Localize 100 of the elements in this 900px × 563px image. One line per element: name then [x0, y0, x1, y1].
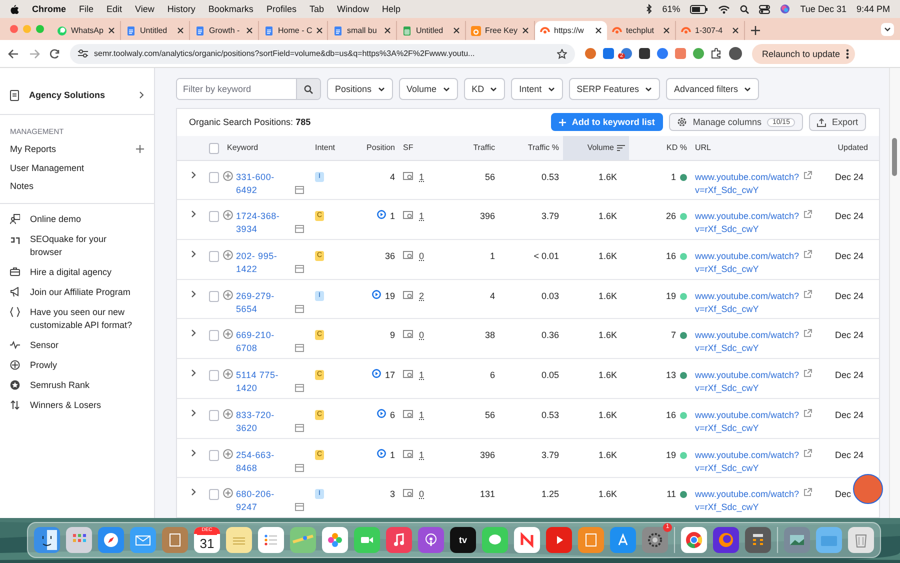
close-icon[interactable] [522, 27, 529, 34]
browser-tab[interactable]: https://w [535, 21, 607, 40]
sf-count[interactable]: 0 [419, 488, 424, 502]
close-window-button[interactable] [10, 25, 18, 33]
sf-count[interactable]: 1 [419, 408, 424, 422]
serp-features-icon[interactable] [403, 488, 414, 498]
expand-icon[interactable] [191, 210, 196, 218]
new-tab-icon[interactable] [751, 26, 760, 35]
control-center-icon[interactable] [759, 4, 770, 14]
close-icon[interactable] [316, 27, 324, 34]
filter-dropdown[interactable]: KD [464, 78, 506, 100]
sf-count[interactable]: 0 [419, 250, 424, 263]
serp-features-icon[interactable] [403, 290, 414, 300]
expand-icon[interactable] [191, 329, 196, 338]
sidebar-link[interactable]: Have you seen our new customizable API format? [0, 302, 154, 336]
close-icon[interactable] [384, 27, 391, 34]
expand-icon[interactable] [191, 250, 196, 258]
keyword-link[interactable]: 5114 775-1420 [236, 369, 292, 396]
select-all-checkbox[interactable] [209, 142, 219, 154]
row-checkbox[interactable] [209, 172, 219, 182]
back-icon[interactable] [8, 48, 19, 58]
add-circle-icon[interactable] [223, 290, 233, 300]
url-link[interactable]: www.youtube.com/watch?v=rXf_Sdc_cwY [695, 329, 800, 356]
sidebar-link[interactable]: Online demo [0, 210, 154, 230]
close-icon[interactable] [177, 27, 184, 34]
close-icon[interactable] [595, 27, 602, 34]
add-circle-icon[interactable] [223, 408, 233, 419]
keyword-link[interactable]: 833-720-3620 [236, 408, 292, 435]
add-circle-icon[interactable] [223, 170, 233, 180]
serp-features-icon[interactable] [403, 250, 414, 260]
filter-dropdown[interactable]: Advanced filters [666, 78, 760, 100]
external-link-icon[interactable] [804, 448, 812, 457]
column-header[interactable]: Traffic [441, 136, 499, 160]
filter-dropdown[interactable]: SERP Features [568, 78, 660, 100]
serp-features-icon[interactable] [403, 329, 414, 340]
serp-snapshot-icon[interactable] [295, 225, 304, 234]
menu-item[interactable]: Window [336, 4, 369, 14]
relaunch-button[interactable]: Relaunch to update [752, 44, 856, 64]
column-header[interactable]: Volume [563, 136, 629, 160]
bluetooth-icon[interactable] [646, 4, 652, 14]
keyword-link[interactable]: 680-206-9247 [236, 488, 292, 514]
close-icon[interactable] [663, 27, 670, 34]
forward-icon[interactable] [29, 48, 40, 58]
expand-icon[interactable] [191, 448, 196, 457]
add-circle-icon[interactable] [223, 488, 233, 498]
app-icon[interactable] [450, 527, 476, 553]
url-link[interactable]: www.youtube.com/watch?v=rXf_Sdc_cwY [695, 488, 800, 514]
keyword-link[interactable]: 1724-368-3934 [236, 210, 292, 236]
row-checkbox[interactable] [209, 250, 219, 262]
tab-search-button[interactable] [881, 23, 894, 36]
avatar[interactable] [729, 47, 742, 60]
keyword-link[interactable]: 202- 995-1422 [236, 250, 292, 276]
column-header[interactable]: Updated [831, 136, 872, 160]
column-header[interactable]: KD % [629, 136, 691, 160]
row-checkbox[interactable] [209, 410, 219, 421]
url-link[interactable]: www.youtube.com/watch?v=rXf_Sdc_cwY [695, 210, 800, 236]
add-to-keyword-list-button[interactable]: Add to keyword list [550, 113, 663, 132]
sidebar-link[interactable]: Sensor [0, 336, 154, 356]
bookmark-star-icon[interactable] [557, 48, 567, 58]
serp-snapshot-icon[interactable] [295, 186, 304, 194]
external-link-icon[interactable] [804, 408, 812, 417]
close-icon[interactable] [108, 27, 115, 34]
filter-field[interactable]: Filter by keyword [176, 78, 321, 100]
sidebar-link[interactable]: Semrush Rank [0, 376, 154, 396]
row-checkbox[interactable] [209, 370, 219, 382]
add-circle-icon[interactable] [223, 448, 233, 459]
serp-snapshot-icon[interactable] [295, 304, 304, 313]
sidebar-item[interactable]: User Management [0, 158, 154, 177]
close-icon[interactable] [732, 27, 739, 34]
serp-snapshot-icon[interactable] [295, 264, 304, 273]
sf-count[interactable]: 1 [419, 210, 424, 224]
external-link-icon[interactable] [804, 170, 812, 178]
external-link-icon[interactable] [804, 290, 812, 298]
scrollbar-thumb[interactable] [892, 138, 897, 176]
row-checkbox[interactable] [209, 330, 219, 342]
search-icon[interactable] [740, 4, 750, 14]
keyword-link[interactable]: 269-279-5654 [236, 290, 292, 316]
menu-item[interactable]: File [79, 4, 94, 14]
menu-item[interactable]: History [167, 4, 196, 14]
expand-icon[interactable] [191, 290, 196, 298]
row-checkbox[interactable] [209, 489, 219, 500]
menu-item[interactable]: Help [382, 4, 400, 14]
serp-features-icon[interactable] [403, 170, 414, 180]
column-header[interactable]: Keyword [223, 136, 311, 160]
sf-count[interactable]: 1 [419, 170, 424, 184]
serp-snapshot-icon[interactable] [295, 464, 304, 472]
serp-features-icon[interactable] [403, 210, 414, 220]
expand-icon[interactable] [191, 170, 196, 178]
sidebar-link[interactable]: Winners & Losers [0, 396, 154, 416]
close-icon[interactable] [453, 27, 460, 34]
sidebar-item[interactable]: My Reports [0, 140, 154, 158]
serp-snapshot-icon[interactable] [295, 503, 304, 512]
url-link[interactable]: www.youtube.com/watch?v=rXf_Sdc_cwY [695, 170, 800, 196]
url-link[interactable]: www.youtube.com/watch?v=rXf_Sdc_cwY [695, 448, 800, 475]
search-button[interactable] [296, 79, 320, 99]
sidebar-link[interactable]: Hire a digital agency [0, 262, 154, 282]
filter-dropdown[interactable]: Positions [327, 78, 393, 100]
sidebar-item[interactable]: Notes [0, 177, 154, 196]
extensions-icon[interactable] [711, 48, 722, 59]
add-circle-icon[interactable] [223, 369, 233, 380]
